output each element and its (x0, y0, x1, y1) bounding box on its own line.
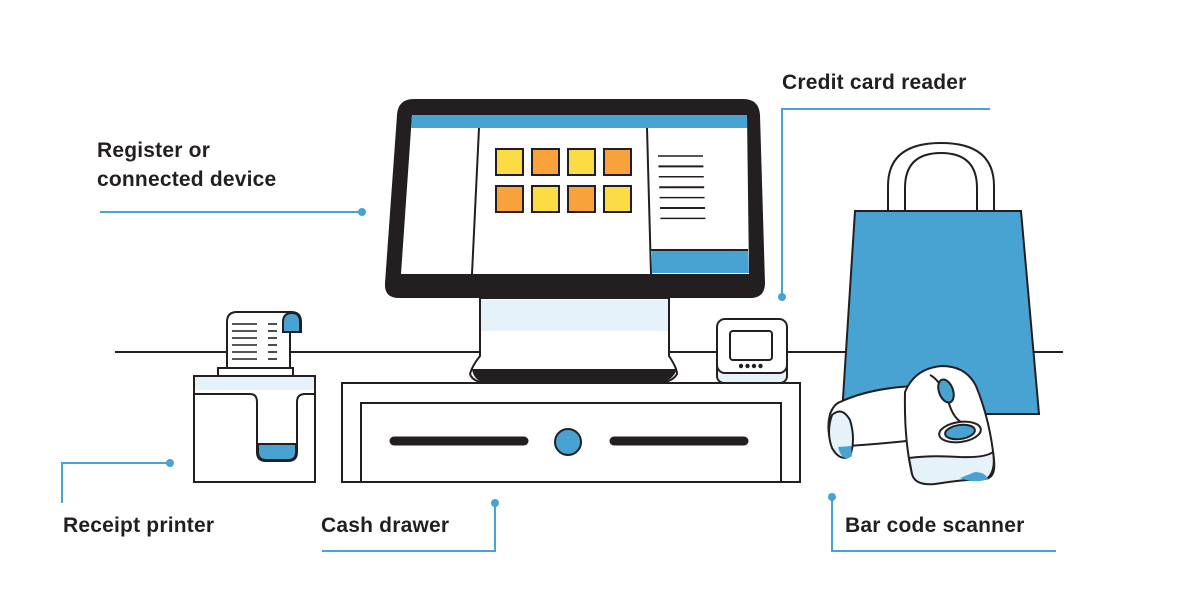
register-stand-tint (481, 300, 668, 331)
drawer-lock (554, 428, 582, 456)
product-tile-yellow (531, 185, 560, 213)
product-tile-yellow (495, 148, 524, 176)
callout-credit-card-dot (778, 293, 786, 301)
pos-illustration (61, 99, 1063, 552)
credit-card-reader (716, 318, 788, 384)
product-tile-orange (603, 148, 632, 176)
product-tile-yellow (567, 148, 596, 176)
bag-handle-inner (904, 151, 978, 211)
callout-register (100, 208, 366, 216)
reader-dot (758, 363, 763, 369)
callout-cash-dot (491, 499, 499, 507)
printer-slot (217, 367, 294, 377)
register-base (472, 369, 677, 383)
product-tile-orange (567, 185, 596, 213)
label-register: Register or connected device (97, 136, 276, 194)
reader-dot (745, 363, 750, 369)
screen-header-bar (411, 115, 747, 128)
callout-receipt-printer (61, 459, 174, 503)
label-receipt-printer: Receipt printer (63, 514, 215, 537)
screen-pay-button (652, 251, 749, 273)
reader-dot (738, 363, 744, 369)
receipt-printer (193, 311, 316, 483)
callout-receipt-dot (166, 459, 174, 467)
product-tile-orange (495, 185, 524, 213)
printer-top-tint (195, 377, 314, 390)
label-credit-card-reader: Credit card reader (782, 71, 967, 94)
reader-dot (751, 363, 757, 369)
label-register-line1: Register or (97, 139, 211, 162)
printer-tray-fill (257, 443, 297, 461)
label-cash-drawer: Cash drawer (321, 514, 450, 537)
callout-register-dot (358, 208, 366, 216)
product-tile-yellow (603, 185, 632, 213)
cash-drawer (341, 382, 801, 483)
callout-scanner-dot (828, 493, 836, 501)
receipt-curl (282, 311, 301, 333)
label-register-line2: connected device (97, 168, 277, 191)
callout-receipt-line (61, 462, 170, 503)
product-tile-orange (531, 148, 560, 176)
reader-display (729, 330, 773, 361)
register-device (384, 99, 765, 384)
label-bar-code-scanner: Bar code scanner (845, 514, 1025, 537)
